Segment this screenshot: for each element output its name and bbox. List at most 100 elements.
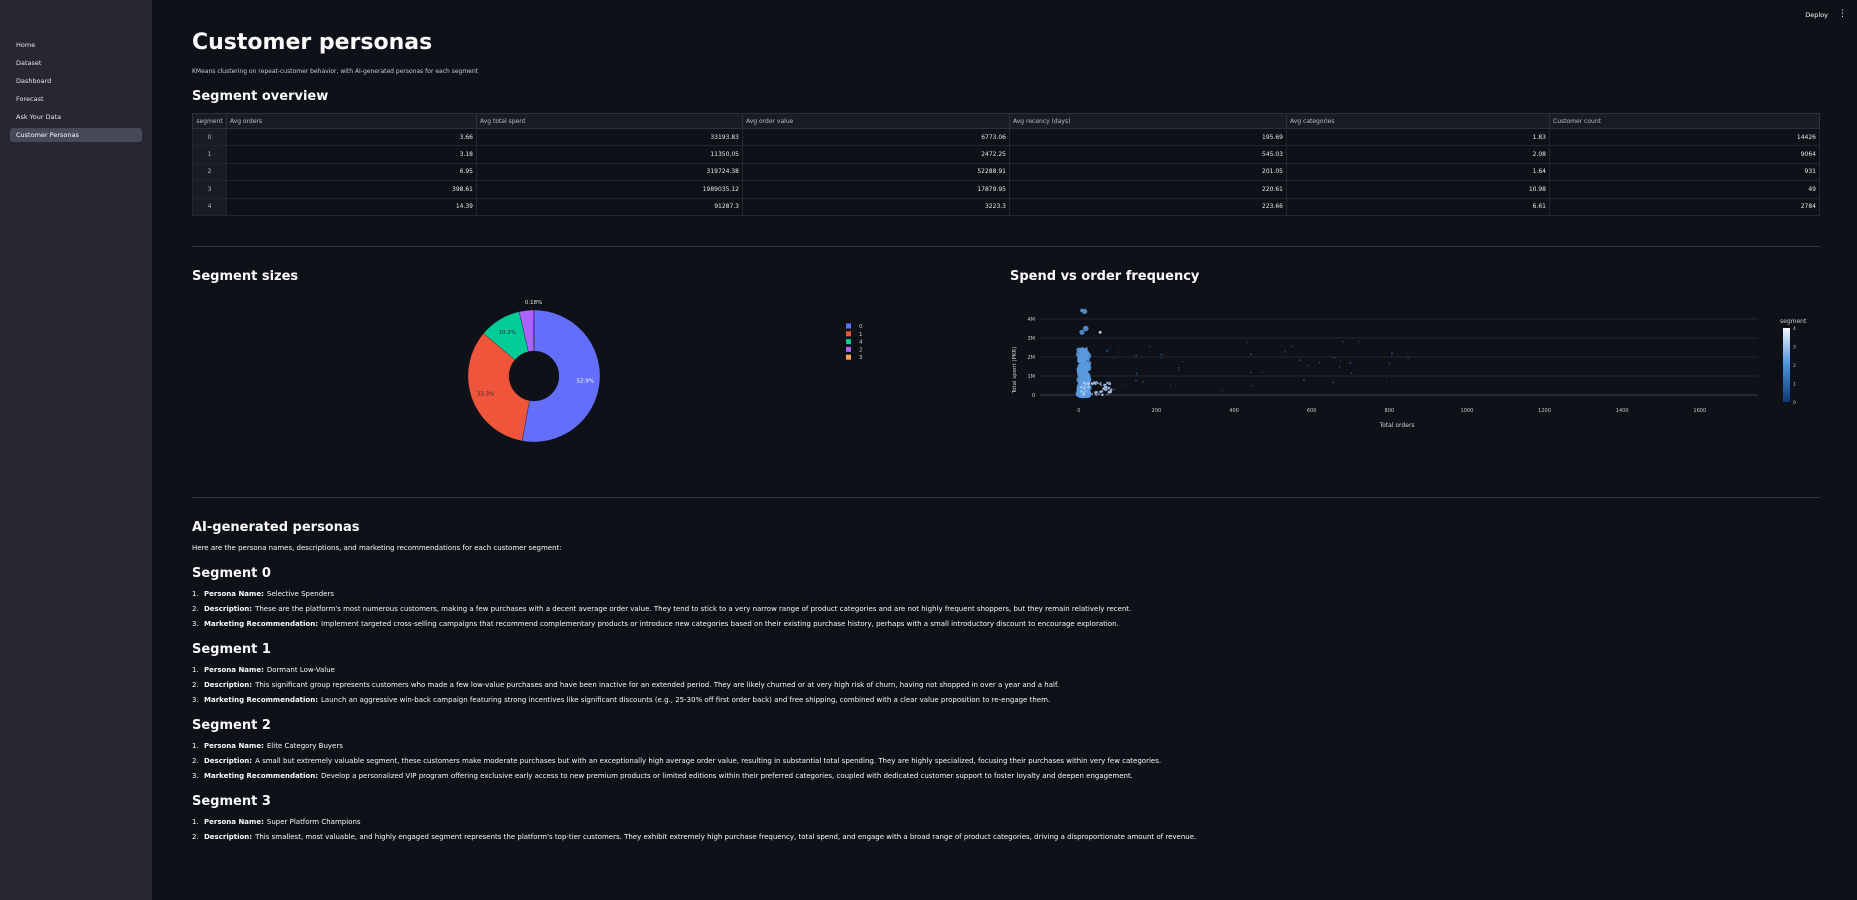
list-text: Elite Category Buyers: [266, 741, 343, 750]
sidebar-item-home[interactable]: Home: [10, 38, 142, 52]
scatter-point: [1222, 390, 1224, 392]
y-tick-label: 1M: [1028, 374, 1036, 380]
scatter-point: [1339, 360, 1341, 362]
column-header[interactable]: Avg order value: [742, 113, 1010, 129]
scatter-point: [1080, 363, 1085, 368]
legend-swatch[interactable]: [846, 339, 851, 345]
page-title: Customer personas: [192, 30, 433, 55]
list-number: 1.: [192, 665, 199, 674]
scatter-point: [1338, 366, 1341, 368]
page-caption: KMeans clustering on repeat-customer beh…: [192, 68, 479, 75]
scatter-point: [1332, 381, 1334, 384]
scatter-point: [1341, 340, 1344, 343]
list-item: 2. Description: This significant group rep…: [192, 681, 1820, 689]
scatter-point: [1135, 379, 1137, 382]
segment-sizes-title: Segment sizes: [192, 268, 299, 284]
scatter-point: [1108, 347, 1110, 350]
table-cell: 2784: [1549, 197, 1820, 216]
scatter-point: [1095, 390, 1099, 394]
more-vertical-icon[interactable]: ⋮: [1838, 10, 1847, 19]
table-cell: 3: [192, 180, 227, 199]
scatter-point: [1092, 381, 1096, 384]
scatter-point: [1106, 349, 1108, 352]
list-text: Selective Spenders: [266, 589, 334, 598]
scatter-point: [1112, 357, 1114, 359]
x-tick-label: 600: [1307, 408, 1317, 414]
scatter-point: [1086, 390, 1088, 392]
column-header[interactable]: Avg orders: [226, 113, 477, 129]
colorbar-tick-label: 3: [1793, 344, 1796, 350]
list-number: 2.: [192, 832, 199, 841]
legend-label[interactable]: 2: [859, 347, 863, 353]
sidebar-item-dashboard[interactable]: Dashboard: [10, 74, 142, 88]
sidebar-item-dataset[interactable]: Dataset: [10, 56, 142, 70]
table-row[interactable]: 4 14.39 91287.3 3223.3 223.66 6.61 2784: [192, 197, 1820, 216]
scatter-point: [1302, 378, 1305, 381]
table-cell: 6.95: [226, 162, 477, 182]
sidebar-item-forecast[interactable]: Forecast: [10, 92, 142, 106]
list-label: Persona Name:: [204, 589, 264, 598]
scatter-point: [1079, 379, 1083, 383]
scatter-point: [1169, 384, 1172, 386]
table-cell: 6.61: [1286, 197, 1550, 216]
persona-list: 1. Persona Name: Dormant Low-Value 2. Descr…: [192, 666, 1820, 704]
ai-personas-heading: AI-generated personas: [192, 519, 360, 535]
legend-swatch[interactable]: [846, 331, 851, 337]
persona-list: 1. Persona Name: Super Platform Champions …: [192, 818, 1820, 841]
column-header[interactable]: Avg total spent: [476, 113, 743, 129]
scatter-point: [1078, 359, 1082, 363]
spend-vs-frequency-chart[interactable]: 0 1M 2M 3M 4M 0 200 400 600 800 1000 1200 1400 1600 T…: [1010, 287, 1820, 497]
scatter-point: [1262, 371, 1264, 373]
table-row[interactable]: 2 6.95 319724.38 52288.91 201.05 1.64 93…: [192, 162, 1820, 182]
segment-sizes-chart[interactable]: 52.9% 33.3% 10.2% 0.18% 0 1 42 3: [192, 287, 952, 497]
legend-label[interactable]: 0: [859, 324, 863, 330]
column-header[interactable]: segment: [192, 113, 227, 129]
scatter-point: [1094, 394, 1097, 396]
persona-segment: Segment 3 1. Persona Name: Super Platform …: [192, 794, 1820, 841]
scatter-point: [1104, 383, 1106, 386]
list-label: Description:: [204, 756, 253, 765]
sidebar-item-ask-your-data[interactable]: Ask Your Data: [10, 110, 142, 124]
colorbar-tick-label: 0: [1793, 400, 1796, 406]
legend-label[interactable]: 1: [859, 332, 863, 338]
table-cell: 91287.3: [476, 197, 743, 216]
list-text: Super Platform Champions: [266, 817, 361, 826]
table-row[interactable]: 0 3.66 33193.83 6773.06 195.69 1.83 1442…: [192, 127, 1820, 147]
scatter-point: [1106, 350, 1108, 353]
legend-swatch[interactable]: [846, 354, 851, 360]
legend-label[interactable]: 4: [859, 340, 863, 346]
legend-label[interactable]: 3: [859, 355, 863, 361]
scatter-point: [1083, 392, 1085, 394]
scatter-point: [1250, 353, 1252, 356]
y-tick-label: 4M: [1028, 317, 1036, 323]
list-text: Implement targeted cross-selling campaig…: [321, 619, 1119, 628]
column-header[interactable]: Avg recency (days): [1009, 113, 1287, 129]
sidebar-item-customer-personas[interactable]: Customer Personas: [10, 128, 142, 142]
scatter-point: [1082, 387, 1086, 390]
x-tick-label: 200: [1152, 408, 1162, 414]
table-cell: 398.61: [226, 180, 477, 199]
scatter-point: [1250, 371, 1252, 373]
table-cell: 49: [1549, 180, 1820, 199]
legend-swatch[interactable]: [846, 323, 851, 329]
table-row[interactable]: 1 3.18 11350.05 2472.25 545.03 2.08 9064: [192, 145, 1820, 164]
legend-swatch[interactable]: [846, 346, 851, 352]
table-row[interactable]: 3 398.61 1989035.12 17879.95 220.61 10.9…: [192, 180, 1820, 199]
column-header[interactable]: Avg categories: [1286, 113, 1550, 129]
table-cell: 2: [192, 162, 227, 182]
table-cell: 2.08: [1286, 145, 1550, 164]
persona-segment: Segment 0 1. Persona Name: Selective Spend…: [192, 566, 1820, 628]
table-cell: 220.61: [1009, 180, 1287, 199]
scatter-point: [1108, 383, 1110, 385]
table-cell: 0: [192, 127, 227, 147]
persona-list: 1. Persona Name: Selective Spenders 2. Desc…: [192, 590, 1820, 628]
list-number: 2.: [192, 756, 199, 765]
persona-segment-title: Segment 2: [192, 717, 271, 733]
segment-overview-table[interactable]: segment Avg orders Avg total spent Avg o…: [192, 113, 1820, 216]
scatter-point: [1087, 385, 1090, 389]
table-cell: 1.64: [1286, 162, 1550, 182]
deploy-button[interactable]: Deploy: [1805, 11, 1828, 19]
column-header[interactable]: Customer count: [1549, 113, 1820, 129]
scatter-point: [1333, 356, 1336, 359]
scatter-point: [1117, 345, 1119, 347]
